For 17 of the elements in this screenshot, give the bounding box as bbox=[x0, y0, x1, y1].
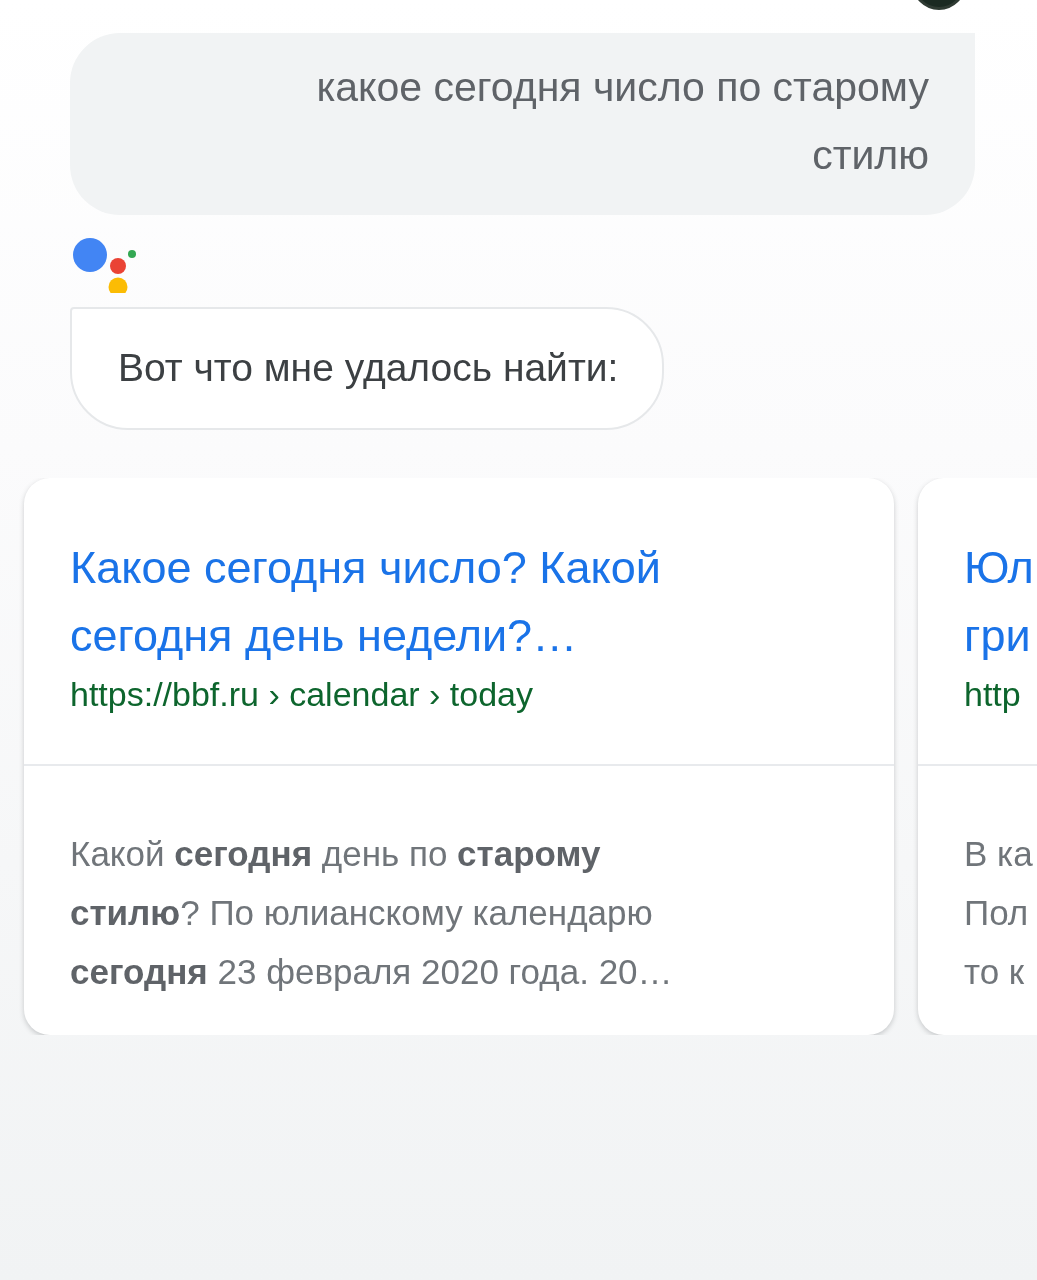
result-url: http bbox=[964, 673, 1022, 715]
result-title[interactable]: Какое сегодня число? Какой bbox=[70, 533, 854, 602]
result-snippet: В ка bbox=[964, 832, 1034, 875]
result-title[interactable]: гри bbox=[964, 601, 1037, 670]
result-title[interactable]: сегодня день недели?… bbox=[70, 601, 854, 670]
result-snippet: Пол bbox=[964, 891, 1030, 934]
result-title[interactable]: Юл bbox=[964, 533, 1037, 602]
assistant-logo-icon bbox=[72, 237, 138, 293]
result-card[interactable]: Какое сегодня число? Какой сегодня день недели?… https://bbf.ru › calendar › today Какой сегодня день по старому стилю? По юлианскому календарю сегодня 23 февраля 2020 года. 20… bbox=[24, 477, 894, 1035]
result-snippet: сегодня 23 февраля 2020 года. 20… bbox=[70, 950, 674, 993]
result-card[interactable]: Юл гри http В ка Пол то к bbox=[918, 477, 1037, 1035]
result-snippet: стилю? По юлианскому календарю bbox=[70, 891, 654, 934]
result-url: https://bbf.ru › calendar › today bbox=[70, 673, 535, 715]
result-snippet: то к bbox=[964, 950, 1026, 993]
result-snippet: Какой сегодня день по старому bbox=[70, 832, 602, 875]
query-bubble: какое сегодня число по старому стилю bbox=[70, 33, 975, 215]
reply-bubble: Вот что мне удалось найти: bbox=[70, 307, 665, 430]
